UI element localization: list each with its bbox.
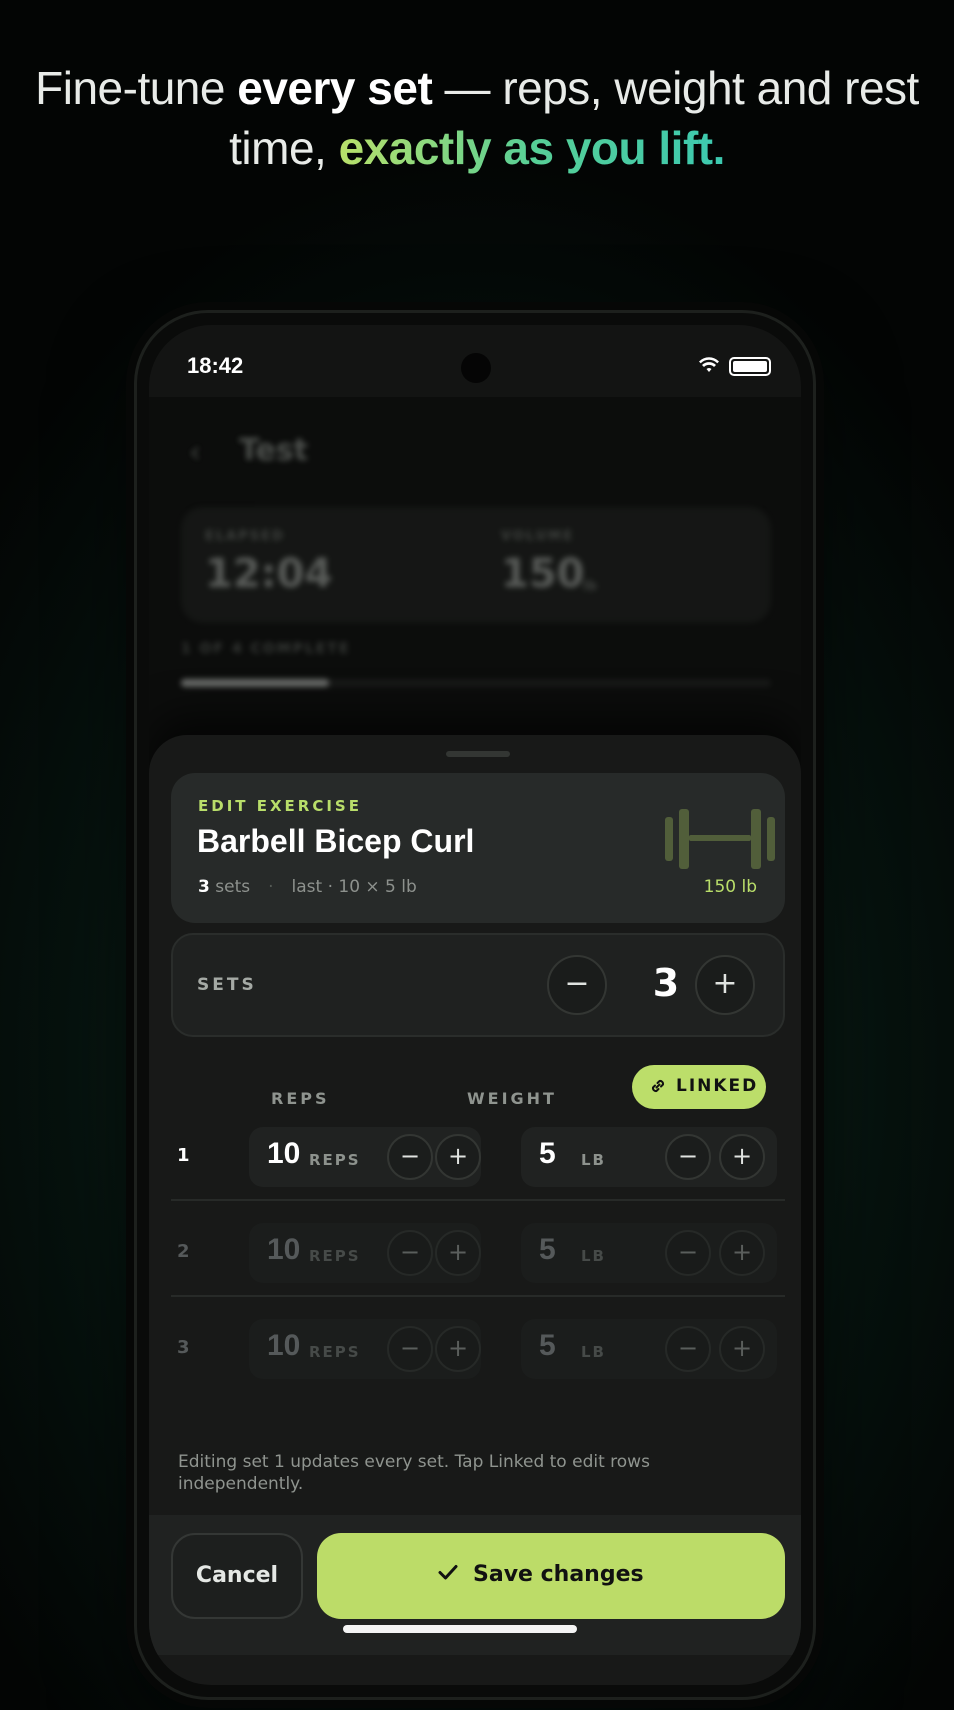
weight-unit: LB	[581, 1151, 606, 1169]
headline-text-1: Fine-tune	[35, 62, 238, 114]
reps-value[interactable]: 10	[267, 1233, 300, 1267]
exercise-name: Barbell Bicep Curl	[197, 823, 475, 859]
linked-note: Editing set 1 updates every set. Tap Lin…	[178, 1452, 650, 1494]
reps-minus-button[interactable]: −	[387, 1326, 433, 1372]
sets-word: sets	[209, 877, 251, 897]
phone-frame: 18:42 ‹ Test ELAPSED 12:04 VOLUME 150 lb…	[134, 310, 816, 1700]
edit-exercise-eyebrow: EDIT EXERCISE	[198, 797, 362, 815]
sets-plus-button[interactable]: +	[695, 955, 755, 1015]
volume-label: VOLUME	[501, 529, 575, 544]
exercise-meta: 3 sets · last · 10 × 5 lb	[198, 877, 417, 897]
sets-value: 3	[652, 961, 680, 1005]
last-summary: last · 10 × 5 lb	[291, 877, 417, 897]
phone-screen: 18:42 ‹ Test ELAPSED 12:04 VOLUME 150 lb…	[149, 325, 801, 1685]
row-divider	[171, 1295, 785, 1297]
reps-cell: 10 REPS − +	[249, 1127, 481, 1187]
reps-value[interactable]: 10	[267, 1329, 300, 1363]
weight-plus-button[interactable]: +	[719, 1134, 765, 1180]
workout-title: Test	[239, 433, 309, 468]
progress-label: 1 OF 4 COMPLETE	[181, 641, 351, 657]
status-bar: 18:42	[149, 325, 801, 397]
headline: Fine-tune every set — reps, weight and r…	[0, 58, 954, 178]
weight-minus-button[interactable]: −	[665, 1326, 711, 1372]
sheet-footer: Cancel Save changes	[149, 1515, 801, 1655]
linked-toggle[interactable]: LINKED	[632, 1065, 766, 1109]
set-index: 2	[177, 1241, 190, 1262]
headline-bold: every set	[237, 62, 433, 114]
meta-separator: ·	[268, 877, 274, 897]
home-indicator[interactable]	[343, 1625, 577, 1633]
workout-stats-card: ELAPSED 12:04 VOLUME 150 lb	[181, 507, 771, 623]
battery-icon	[729, 357, 771, 376]
sets-count: 3	[198, 877, 210, 897]
headline-accent: exactly as you lift.	[338, 122, 726, 174]
reps-cell: 10 REPS − +	[249, 1223, 481, 1283]
link-icon	[651, 1079, 665, 1093]
weight-value[interactable]: 5	[539, 1233, 556, 1267]
reps-minus-button[interactable]: −	[387, 1134, 433, 1180]
weight-minus-button[interactable]: −	[665, 1230, 711, 1276]
chevron-left-icon: ‹	[189, 435, 201, 470]
weight-plus-button[interactable]: +	[719, 1230, 765, 1276]
weight-value[interactable]: 5	[539, 1137, 556, 1171]
linked-label: LINKED	[676, 1076, 759, 1096]
sets-label: SETS	[197, 975, 257, 995]
set-row-2: 2 10 REPS − + 5 LB − +	[171, 1223, 785, 1283]
volume-unit: lb	[583, 579, 597, 594]
front-camera	[461, 353, 491, 383]
reps-plus-button[interactable]: +	[435, 1134, 481, 1180]
reps-column-header: REPS	[271, 1089, 330, 1108]
weight-cell: 5 LB − +	[521, 1223, 777, 1283]
weight-value[interactable]: 5	[539, 1329, 556, 1363]
exercise-card: EDIT EXERCISE Barbell Bicep Curl 3 sets ·…	[171, 773, 785, 923]
weight-cell: 5 LB − +	[521, 1319, 777, 1379]
set-index: 3	[177, 1337, 190, 1358]
reps-minus-button[interactable]: −	[387, 1230, 433, 1276]
weight-minus-button[interactable]: −	[665, 1134, 711, 1180]
reps-unit: REPS	[309, 1247, 361, 1265]
volume-value: 150	[501, 551, 585, 597]
progress-bar	[181, 679, 771, 687]
save-changes-label: Save changes	[473, 1562, 644, 1587]
edit-exercise-sheet: EDIT EXERCISE Barbell Bicep Curl 3 sets ·…	[149, 735, 801, 1685]
sets-control: SETS − 3 +	[171, 933, 785, 1037]
elapsed-value: 12:04	[205, 551, 333, 597]
row-divider	[171, 1199, 785, 1201]
reps-plus-button[interactable]: +	[435, 1230, 481, 1276]
weight-unit: LB	[581, 1247, 606, 1265]
checkmark-icon	[438, 1565, 458, 1580]
status-time: 18:42	[187, 353, 244, 378]
sets-minus-button[interactable]: −	[547, 955, 607, 1015]
weight-cell: 5 LB − +	[521, 1127, 777, 1187]
reps-unit: REPS	[309, 1151, 361, 1169]
reps-unit: REPS	[309, 1343, 361, 1361]
set-row-1: 1 10 REPS − + 5 LB − +	[171, 1127, 785, 1187]
weight-unit: LB	[581, 1343, 606, 1361]
elapsed-label: ELAPSED	[205, 529, 285, 544]
save-changes-button[interactable]: Save changes	[317, 1533, 785, 1619]
total-weight: 150 lb	[703, 877, 757, 897]
set-row-3: 3 10 REPS − + 5 LB − +	[171, 1319, 785, 1379]
wifi-icon	[699, 357, 719, 372]
barbell-icon	[665, 809, 775, 869]
reps-plus-button[interactable]: +	[435, 1326, 481, 1372]
set-index: 1	[177, 1145, 190, 1166]
weight-column-header: WEIGHT	[467, 1089, 557, 1108]
progress-fill	[181, 679, 329, 687]
weight-plus-button[interactable]: +	[719, 1326, 765, 1372]
reps-cell: 10 REPS − +	[249, 1319, 481, 1379]
cancel-button[interactable]: Cancel	[171, 1533, 303, 1619]
sheet-grabber[interactable]	[446, 751, 510, 757]
reps-value[interactable]: 10	[267, 1137, 300, 1171]
